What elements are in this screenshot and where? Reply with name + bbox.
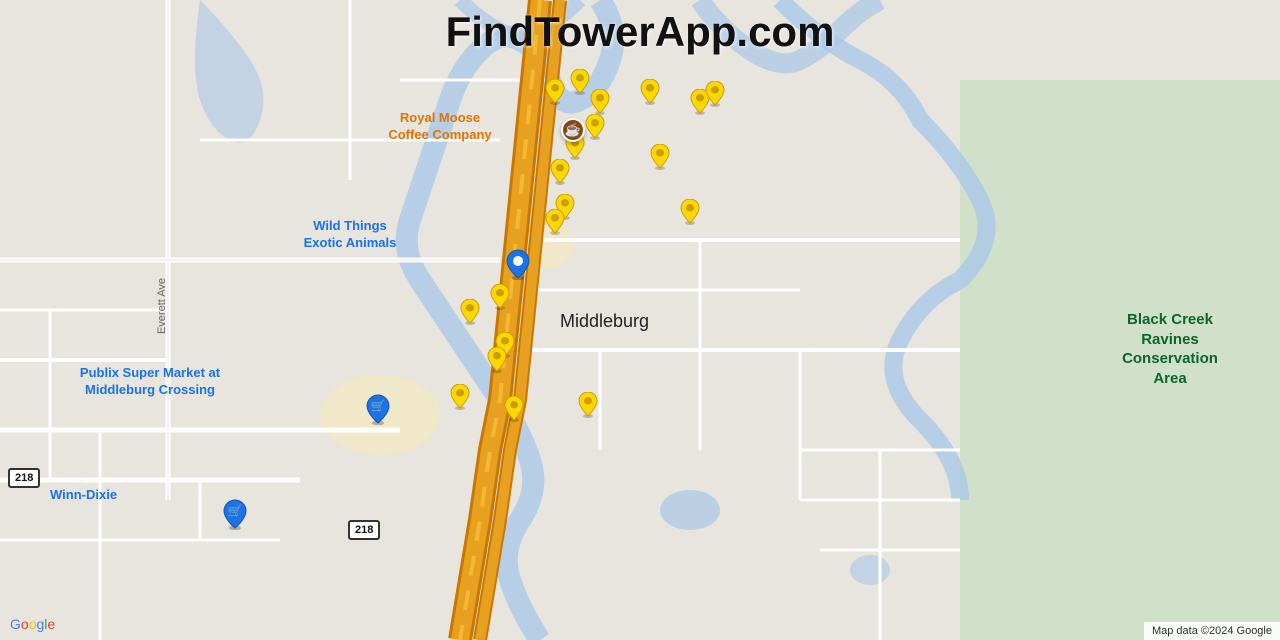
tower-pin[interactable] bbox=[486, 347, 508, 373]
middleburg-label: Middleburg bbox=[560, 310, 649, 333]
tower-pin[interactable] bbox=[649, 144, 671, 170]
publix-label: Publix Super Market at Middleburg Crossi… bbox=[50, 365, 250, 399]
tower-pin[interactable] bbox=[569, 69, 591, 95]
site-title: FindTowerApp.com bbox=[446, 8, 835, 56]
wild-things-pin[interactable] bbox=[505, 248, 531, 280]
winn-dixie-label: Winn-Dixie bbox=[50, 487, 117, 504]
tower-pin[interactable] bbox=[589, 89, 611, 115]
tower-pin[interactable] bbox=[679, 199, 701, 225]
tower-pin[interactable] bbox=[503, 396, 525, 422]
tower-pin[interactable] bbox=[704, 81, 726, 107]
coffee-marker[interactable]: ☕ bbox=[561, 118, 585, 142]
tower-pin[interactable] bbox=[549, 159, 571, 185]
svg-text:🛒: 🛒 bbox=[228, 504, 243, 518]
tower-pin[interactable] bbox=[584, 114, 606, 140]
everett-ave-label: Everett Ave bbox=[156, 278, 168, 334]
tower-pin[interactable] bbox=[459, 299, 481, 325]
route-218-sign-left: 218 bbox=[8, 468, 40, 488]
winn-dixie-pin[interactable]: 🛒 bbox=[222, 498, 248, 530]
tower-pin[interactable] bbox=[544, 209, 566, 235]
map-attribution: Map data ©2024 Google bbox=[1144, 622, 1280, 640]
publix-pin[interactable]: 🛒 bbox=[365, 393, 391, 425]
royal-moose-label: Royal Moose Coffee Company bbox=[365, 110, 515, 144]
google-logo: Google bbox=[10, 616, 55, 632]
route-218-sign-bottom: 218 bbox=[348, 520, 380, 540]
tower-pin[interactable] bbox=[577, 392, 599, 418]
map-container: FindTowerApp.com Royal Moose Coffee Comp… bbox=[0, 0, 1280, 640]
black-creek-label: Black Creek Ravines Conservation Area bbox=[1080, 310, 1260, 388]
wild-things-label: Wild Things Exotic Animals bbox=[270, 218, 430, 252]
svg-text:🛒: 🛒 bbox=[371, 399, 386, 413]
tower-pin[interactable] bbox=[639, 79, 661, 105]
tower-pin[interactable] bbox=[544, 79, 566, 105]
tower-pin[interactable] bbox=[489, 284, 511, 310]
tower-pin[interactable] bbox=[449, 384, 471, 410]
